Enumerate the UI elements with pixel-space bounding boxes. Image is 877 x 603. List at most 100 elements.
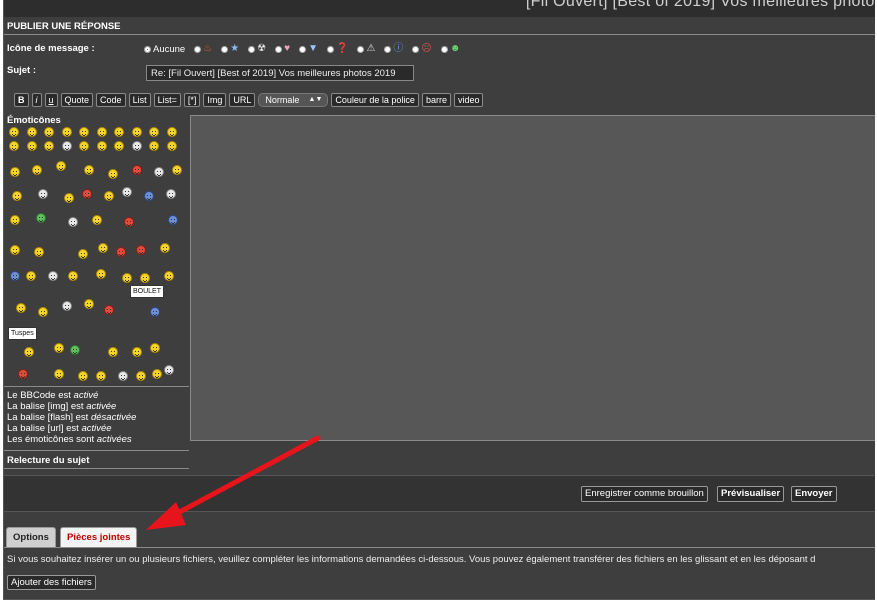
emoticon-icon[interactable] bbox=[68, 271, 78, 281]
topic-review-link[interactable]: Relecture du sujet bbox=[7, 455, 89, 466]
emoticon-icon[interactable] bbox=[79, 141, 89, 151]
message-textarea[interactable] bbox=[190, 115, 875, 441]
emoticon-icon[interactable] bbox=[26, 127, 37, 137]
emoticon-icon[interactable] bbox=[24, 347, 34, 357]
emoticon-icon[interactable] bbox=[96, 269, 106, 279]
emoticon-icon[interactable] bbox=[140, 273, 150, 283]
radio-icon[interactable] bbox=[275, 45, 283, 53]
emoticon-icon[interactable] bbox=[84, 165, 94, 175]
emoticon-icon[interactable] bbox=[131, 141, 142, 151]
emoticon-icon[interactable] bbox=[78, 249, 88, 259]
emoticon-icon[interactable] bbox=[152, 369, 162, 379]
icon-option-flame[interactable]: ♨ bbox=[194, 44, 212, 54]
emoticon-icon[interactable] bbox=[18, 369, 28, 379]
send-button[interactable]: Envoyer bbox=[791, 486, 837, 502]
emoticon-icon[interactable] bbox=[26, 141, 37, 151]
emoticon-icon[interactable] bbox=[116, 247, 126, 257]
radio-icon[interactable] bbox=[248, 45, 256, 53]
emoticon-icon[interactable] bbox=[36, 213, 46, 223]
underline-button[interactable]: u bbox=[44, 93, 58, 107]
emoticon-icon[interactable] bbox=[78, 371, 88, 381]
emoticon-icon[interactable] bbox=[12, 191, 22, 201]
subject-input[interactable] bbox=[146, 65, 414, 81]
emoticon-icon[interactable] bbox=[104, 305, 114, 315]
emoticon-icon[interactable] bbox=[149, 141, 159, 151]
emoticon-icon[interactable] bbox=[48, 271, 58, 281]
strike-button[interactable]: barre bbox=[421, 93, 451, 107]
radio-icon[interactable] bbox=[299, 45, 307, 53]
code-button[interactable]: Code bbox=[96, 93, 126, 107]
emoticon-icon[interactable] bbox=[122, 187, 132, 197]
emoticon-icon[interactable] bbox=[38, 307, 48, 317]
boulet-sign-emoticon[interactable]: BOULET bbox=[130, 285, 165, 298]
emoticon-icon[interactable] bbox=[166, 127, 177, 137]
emoticon-icon[interactable] bbox=[84, 299, 94, 309]
emoticon-icon[interactable] bbox=[54, 343, 64, 353]
emoticon-icon[interactable] bbox=[92, 215, 102, 225]
icon-option-alien[interactable]: ☻ bbox=[440, 44, 460, 54]
icon-option-radioactive[interactable]: ☢ bbox=[248, 44, 266, 54]
emoticon-icon[interactable] bbox=[132, 165, 142, 175]
list-button[interactable]: List bbox=[128, 93, 151, 107]
icon-option-speech[interactable]: ▼ bbox=[299, 44, 318, 54]
emoticon-icon[interactable] bbox=[62, 301, 72, 311]
emoticon-icon[interactable] bbox=[38, 189, 48, 199]
emoticon-icon[interactable] bbox=[61, 127, 72, 137]
emoticon-icon[interactable] bbox=[70, 345, 80, 355]
emoticon-icon[interactable] bbox=[166, 141, 177, 151]
radio-icon[interactable] bbox=[144, 45, 151, 53]
emoticon-icon[interactable] bbox=[136, 245, 146, 255]
emoticon-icon[interactable] bbox=[10, 215, 20, 225]
tab-attachments[interactable]: Pièces jointes bbox=[60, 527, 138, 547]
save-draft-button[interactable]: Enregistrer comme brouillon bbox=[581, 486, 708, 502]
emoticon-icon[interactable] bbox=[131, 127, 142, 137]
emoticon-icon[interactable] bbox=[114, 141, 124, 151]
radio-icon[interactable] bbox=[326, 45, 334, 53]
radio-icon[interactable] bbox=[440, 45, 448, 53]
emoticon-icon[interactable] bbox=[122, 273, 132, 283]
icon-option-heart[interactable]: ♥ bbox=[275, 44, 290, 54]
add-files-button[interactable]: Ajouter des fichiers bbox=[7, 575, 96, 590]
quote-button[interactable]: Quote bbox=[60, 93, 94, 107]
icon-option-info[interactable]: ⓘ bbox=[384, 44, 403, 54]
emoticon-icon[interactable] bbox=[26, 271, 36, 281]
emoticon-icon[interactable] bbox=[34, 247, 44, 257]
italic-button[interactable]: i bbox=[31, 93, 42, 107]
emoticon-icon[interactable] bbox=[124, 217, 134, 227]
icon-option-none[interactable]: Aucune bbox=[144, 44, 185, 55]
emoticon-icon[interactable] bbox=[114, 127, 124, 137]
emoticon-icon[interactable] bbox=[44, 141, 54, 151]
radio-icon[interactable] bbox=[384, 45, 392, 53]
ordered-list-button[interactable]: List= bbox=[153, 93, 181, 107]
emoticon-icon[interactable] bbox=[150, 343, 160, 353]
emoticon-icon[interactable] bbox=[96, 141, 107, 151]
video-button[interactable]: video bbox=[453, 93, 484, 107]
emoticon-icon[interactable] bbox=[166, 189, 176, 199]
emoticon-icon[interactable] bbox=[68, 217, 78, 227]
emoticon-icon[interactable] bbox=[108, 169, 118, 179]
emoticon-icon[interactable] bbox=[79, 127, 89, 137]
emoticon-icon[interactable] bbox=[10, 245, 20, 255]
radio-icon[interactable] bbox=[194, 45, 202, 53]
emoticon-icon[interactable] bbox=[96, 371, 106, 381]
emoticon-icon[interactable] bbox=[144, 191, 154, 201]
emoticon-icon[interactable] bbox=[10, 271, 20, 281]
emoticon-icon[interactable] bbox=[56, 161, 66, 171]
emoticon-icon[interactable] bbox=[149, 127, 159, 137]
emoticon-icon[interactable] bbox=[164, 365, 174, 375]
emoticon-icon[interactable] bbox=[172, 165, 182, 175]
list-item-button[interactable]: [*] bbox=[183, 93, 201, 107]
font-size-select[interactable]: Normale ▲▼ bbox=[258, 93, 329, 107]
icon-option-question[interactable]: ❓ bbox=[326, 44, 348, 54]
emoticon-icon[interactable] bbox=[150, 307, 160, 317]
bold-button[interactable]: B bbox=[14, 93, 29, 107]
emoticon-icon[interactable] bbox=[64, 193, 74, 203]
emoticon-icon[interactable] bbox=[98, 243, 108, 253]
emoticon-icon[interactable] bbox=[9, 127, 19, 137]
tuspes-sign-emoticon[interactable]: Tuspes bbox=[8, 327, 37, 340]
emoticon-icon[interactable] bbox=[118, 371, 128, 381]
icon-option-star[interactable]: ★ bbox=[221, 44, 239, 54]
icon-option-angry[interactable]: ☹ bbox=[412, 44, 432, 54]
radio-icon[interactable] bbox=[412, 45, 420, 53]
emoticon-icon[interactable] bbox=[136, 371, 146, 381]
